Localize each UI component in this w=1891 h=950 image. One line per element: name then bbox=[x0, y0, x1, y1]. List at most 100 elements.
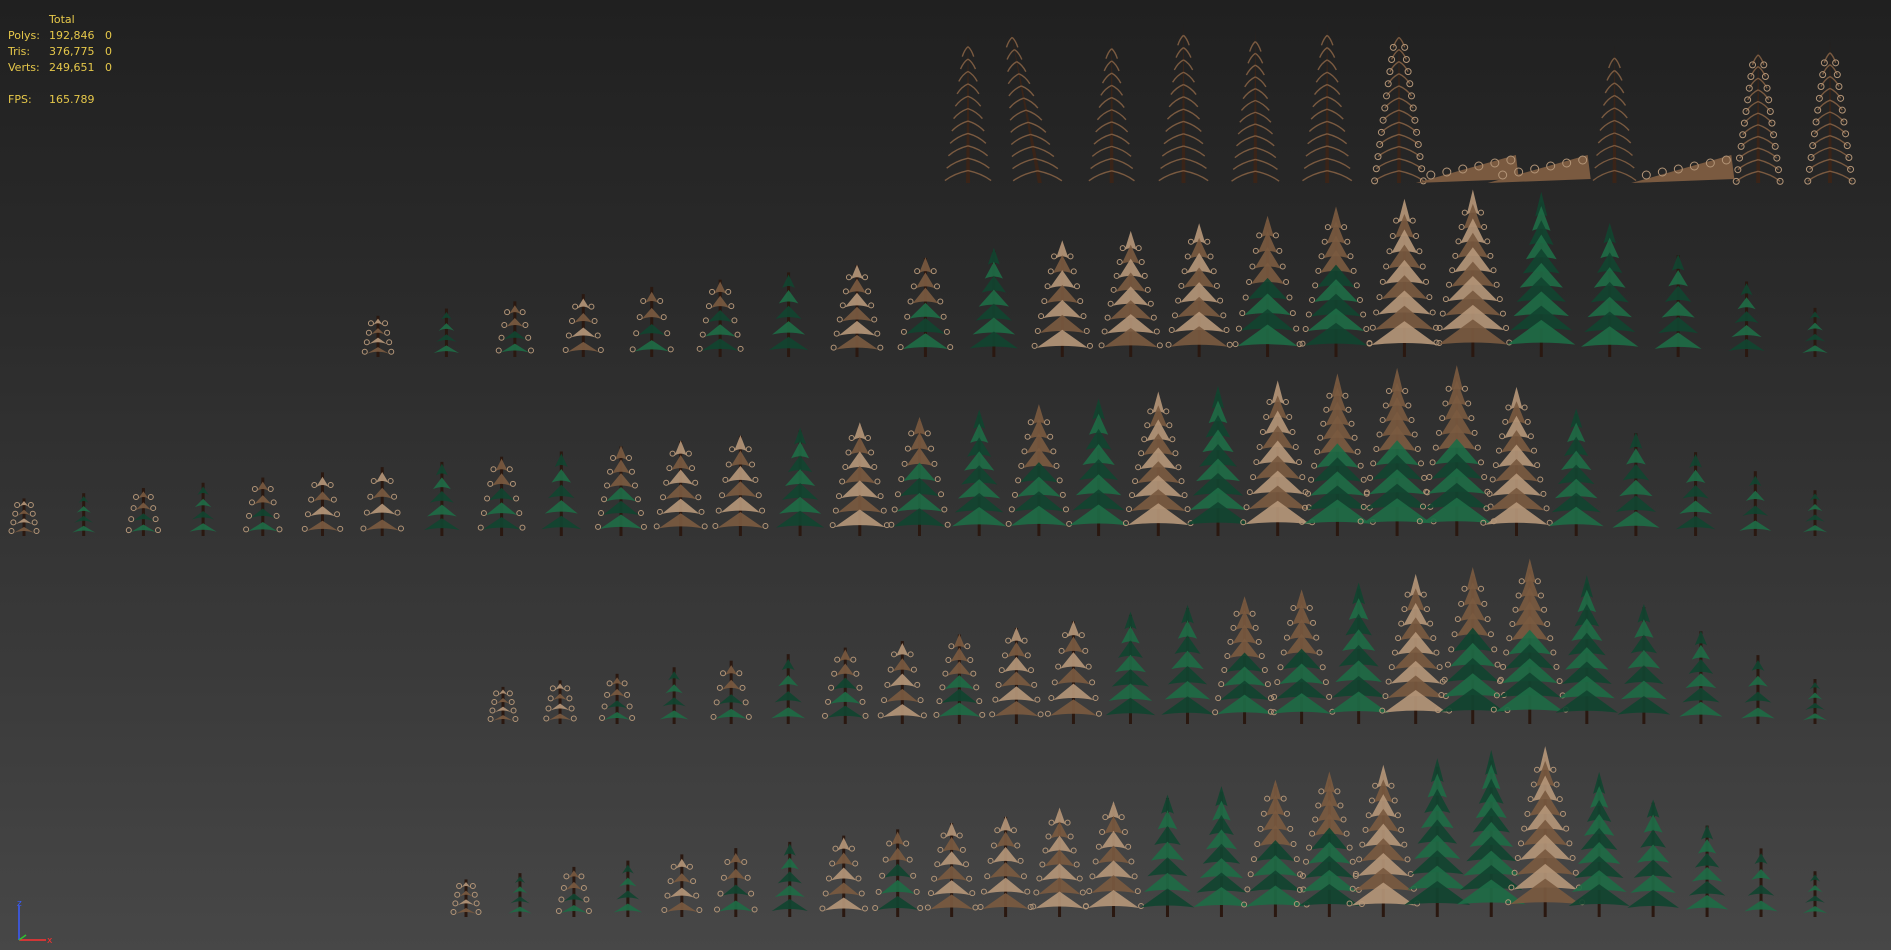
tree-model-mixed[interactable] bbox=[243, 477, 283, 536]
tree-model-green[interactable] bbox=[1802, 307, 1828, 357]
tree-model-green[interactable] bbox=[1675, 452, 1716, 536]
tree-model-green[interactable] bbox=[1507, 191, 1576, 357]
tree-model-brown[interactable] bbox=[924, 822, 979, 917]
tree-model-mixed[interactable] bbox=[495, 301, 534, 357]
tree-model-brown[interactable] bbox=[361, 315, 395, 357]
tree-model-brown[interactable] bbox=[830, 264, 884, 357]
tree-model-green[interactable] bbox=[1404, 758, 1471, 917]
tree-model-mixed[interactable] bbox=[1005, 404, 1073, 536]
tree-model-green[interactable] bbox=[969, 247, 1019, 357]
tree-model-green[interactable] bbox=[951, 409, 1007, 536]
tree-model-green[interactable] bbox=[508, 873, 532, 917]
tree-model-mixed[interactable] bbox=[888, 416, 951, 536]
tree-model-green[interactable] bbox=[541, 451, 582, 536]
tree-model-green[interactable] bbox=[776, 427, 825, 536]
tree-model-brown[interactable] bbox=[989, 627, 1044, 724]
tree-model-brown[interactable] bbox=[301, 472, 344, 536]
tree-model-green[interactable] bbox=[768, 272, 809, 357]
tree-model-green[interactable] bbox=[1069, 398, 1128, 536]
tree-model-mixed[interactable] bbox=[125, 487, 162, 536]
tree-model-brown[interactable] bbox=[1082, 801, 1145, 917]
tree-model-dead-pine[interactable] bbox=[1088, 36, 1135, 184]
tree-model-brown[interactable] bbox=[1122, 391, 1194, 536]
tree-model-dead-pine[interactable] bbox=[944, 34, 992, 183]
tree-model-mixed[interactable] bbox=[1232, 215, 1303, 357]
tree-model-brown[interactable] bbox=[1480, 386, 1553, 536]
tree-model-green[interactable] bbox=[1140, 794, 1195, 917]
tree-model-mixed[interactable] bbox=[599, 673, 636, 724]
tree-model-dead-pine[interactable] bbox=[1158, 23, 1209, 183]
tree-model-brown[interactable] bbox=[1366, 198, 1443, 357]
tree-model-green[interactable] bbox=[1548, 408, 1604, 536]
tree-model-fallen-log[interactable] bbox=[1631, 155, 1735, 183]
tree-model-mixed[interactable] bbox=[696, 279, 744, 357]
tree-model-brown[interactable] bbox=[543, 680, 577, 724]
tree-model-brown[interactable] bbox=[1030, 807, 1089, 917]
tree-model-brown[interactable] bbox=[829, 422, 890, 536]
tree-model-green[interactable] bbox=[1685, 824, 1729, 917]
tree-model-green[interactable] bbox=[424, 461, 460, 536]
tree-model-green[interactable] bbox=[1555, 575, 1618, 724]
tree-model-green[interactable] bbox=[1568, 771, 1630, 917]
tree-model-green[interactable] bbox=[1617, 603, 1671, 724]
tree-model-mixed[interactable] bbox=[872, 829, 924, 917]
tree-model-brown[interactable] bbox=[450, 879, 482, 917]
tree-model-green[interactable] bbox=[1193, 786, 1250, 917]
tree-model-dead-pine[interactable] bbox=[1231, 29, 1280, 183]
tree-model-green[interactable] bbox=[1744, 848, 1778, 917]
tree-model-mixed[interactable] bbox=[1212, 596, 1278, 724]
tree-model-green[interactable] bbox=[771, 654, 806, 724]
tree-model-brown[interactable] bbox=[562, 294, 604, 357]
tree-model-mixed[interactable] bbox=[710, 660, 752, 724]
tree-model-brown[interactable] bbox=[977, 816, 1034, 917]
tree-model-mixed[interactable] bbox=[1298, 373, 1376, 536]
tree-model-brown[interactable] bbox=[487, 686, 519, 724]
tree-model-curly-sapling[interactable] bbox=[1804, 41, 1856, 185]
tree-model-dead-pine[interactable] bbox=[1302, 23, 1353, 183]
tree-model-green[interactable] bbox=[1741, 655, 1775, 724]
tree-model-green[interactable] bbox=[433, 308, 460, 357]
tree-model-brown[interactable] bbox=[661, 854, 703, 917]
tree-model-brown[interactable] bbox=[1031, 240, 1093, 357]
tree-model-green[interactable] bbox=[659, 667, 689, 724]
tree-model-mixed[interactable] bbox=[1299, 206, 1373, 357]
tree-model-mixed[interactable] bbox=[897, 257, 954, 357]
tree-model-brown[interactable] bbox=[653, 440, 708, 536]
tree-model-brown[interactable] bbox=[1044, 620, 1102, 724]
tree-model-green[interactable] bbox=[1654, 254, 1702, 357]
tree-model-green[interactable] bbox=[1581, 222, 1639, 357]
tree-model-mixed[interactable] bbox=[1293, 771, 1365, 917]
tree-model-mixed[interactable] bbox=[477, 456, 526, 536]
tree-model-mixed[interactable] bbox=[1435, 566, 1511, 724]
tree-model-green[interactable] bbox=[1186, 385, 1250, 536]
tree-model-brown[interactable] bbox=[360, 467, 404, 536]
3d-viewport[interactable]: Total Polys: 192,846 0 Tris: 376,775 0 V… bbox=[0, 0, 1891, 950]
tree-model-dead-sapling[interactable] bbox=[1592, 45, 1637, 184]
tree-model-mixed[interactable] bbox=[714, 848, 758, 917]
tree-model-curly-sapling[interactable] bbox=[1732, 43, 1784, 185]
tree-model-brown[interactable] bbox=[712, 435, 769, 536]
tree-model-green[interactable] bbox=[1803, 679, 1827, 724]
tree-model-curly-pine[interactable] bbox=[1371, 25, 1427, 185]
tree-model-brown[interactable] bbox=[1240, 380, 1316, 536]
tree-models-scene[interactable] bbox=[0, 0, 1891, 950]
tree-model-mixed[interactable] bbox=[555, 866, 592, 917]
tree-model-brown[interactable] bbox=[819, 835, 868, 917]
tree-model-green[interactable] bbox=[1627, 799, 1679, 917]
tree-model-brown[interactable] bbox=[1379, 573, 1453, 724]
tree-model-brown[interactable] bbox=[1165, 223, 1233, 357]
tree-model-green[interactable] bbox=[1802, 490, 1828, 536]
tree-model-brown[interactable] bbox=[877, 641, 927, 724]
tree-model-mixed[interactable] bbox=[629, 286, 674, 357]
tree-model-brown[interactable] bbox=[1433, 189, 1513, 357]
tree-model-green[interactable] bbox=[613, 860, 643, 917]
tree-model-green[interactable] bbox=[1728, 281, 1765, 357]
tree-model-green[interactable] bbox=[771, 841, 808, 917]
tree-model-green[interactable] bbox=[1679, 630, 1723, 724]
tree-model-green[interactable] bbox=[1612, 432, 1660, 536]
tree-model-dead-pine-leaning[interactable] bbox=[1005, 25, 1063, 183]
tree-model-mixed[interactable] bbox=[821, 647, 869, 724]
tree-model-brown[interactable] bbox=[1346, 764, 1421, 917]
tree-model-brown[interactable] bbox=[1098, 230, 1163, 357]
tree-model-mixed[interactable] bbox=[595, 445, 647, 536]
